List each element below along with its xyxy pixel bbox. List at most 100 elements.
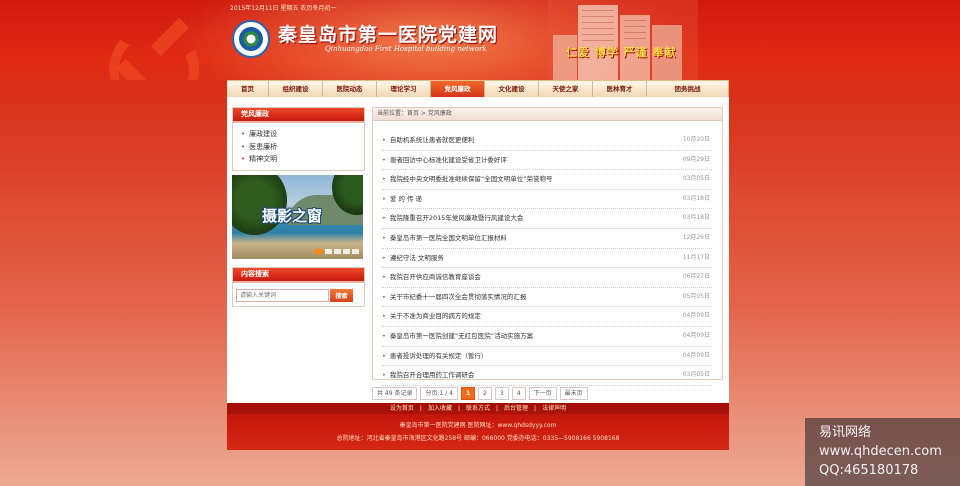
- article-item[interactable]: 患者回访中心标准化建设受省卫计委好评 09月29日: [382, 151, 712, 171]
- article-title[interactable]: 爱 的 传 递: [390, 195, 422, 203]
- article-date: 04月09日: [682, 351, 710, 359]
- article-title[interactable]: 遵纪守法 文明服务: [390, 254, 444, 262]
- search-title: 内容搜索: [233, 268, 364, 283]
- article-item[interactable]: 我院召开供应商诚信教育座谈会 06月27日: [382, 268, 712, 288]
- sidebar-category-box: 党风廉政 廉政建设医患廉桥精神文明: [232, 107, 365, 171]
- sidebar-item[interactable]: 廉政建设: [241, 128, 364, 141]
- watermark-company: 易讯网络: [819, 425, 872, 440]
- slide-dot[interactable]: [343, 249, 350, 254]
- pager-page-3[interactable]: 3: [494, 387, 509, 400]
- article-item[interactable]: 秦皇岛市第一医院创建“无红包医院”活动实施方案 04月09日: [382, 327, 712, 347]
- hospital-building-image: [548, 0, 698, 80]
- article-item[interactable]: 秦皇岛市第一医院全国文明单位汇报材料 12月26日: [382, 229, 712, 249]
- search-button[interactable]: 搜索: [330, 289, 353, 302]
- hospital-slogan: 仁爱 博学 严谨 奉献: [566, 46, 677, 59]
- article-item[interactable]: 关于市纪委十一届四次全会贯彻落实情况的汇报 05月05日: [382, 288, 712, 308]
- nav-item[interactable]: 医院动态: [323, 81, 377, 97]
- article-item[interactable]: 关于不准为商业目的病方的规定 04月09日: [382, 307, 712, 327]
- article-title[interactable]: 我院隆重召开2015年党风廉政暨行风建设大会: [390, 214, 524, 222]
- breadcrumb: 当前位置：首页 > 党风廉政: [373, 108, 722, 121]
- nav-item[interactable]: 理论学习: [377, 81, 431, 97]
- footer-separator: |: [496, 405, 499, 412]
- slide-indicators: [312, 248, 359, 256]
- article-panel: 当前位置：首页 > 党风廉政 自助机系统让患者就医更便利 10月20日患者回访中心…: [372, 107, 723, 386]
- pagination: 共 49 条记录 分页:1 / 4 1 2 3 4 下一页 最末页: [372, 387, 591, 400]
- sidebar-category-list: 廉政建设医患廉桥精神文明: [241, 128, 364, 166]
- article-list: 自助机系统让患者就医更便利 10月20日患者回访中心标准化建设受省卫计委好评 09月…: [373, 131, 722, 386]
- footer-separator: |: [534, 405, 537, 412]
- article-title[interactable]: 患者回访中心标准化建设受省卫计委好评: [390, 156, 507, 164]
- article-date: 03月18日: [682, 194, 710, 202]
- article-date: 03月18日: [682, 214, 710, 222]
- slide-dot[interactable]: [314, 249, 323, 254]
- article-date: 04月09日: [682, 331, 710, 339]
- article-item[interactable]: 我院经中央文明委批准继续保留“全国文明单位”荣誉称号 03月05日: [382, 170, 712, 190]
- pager-page-2[interactable]: 2: [478, 387, 492, 400]
- pager-last-button[interactable]: 最末页: [559, 387, 588, 400]
- article-date: 04月09日: [682, 312, 710, 320]
- pager-next-button[interactable]: 下一页: [528, 387, 557, 400]
- article-title[interactable]: 我院召开合理用药工作调研会: [390, 371, 475, 379]
- slide-dot[interactable]: [325, 249, 332, 254]
- article-date: 05月05日: [682, 292, 710, 300]
- article-title[interactable]: 患者投诉处理的有关规定（暂行）: [390, 352, 488, 360]
- article-item[interactable]: 遵纪守法 文明服务 11月17日: [382, 249, 712, 269]
- article-title[interactable]: 自助机系统让患者就医更便利: [390, 136, 475, 144]
- footer-link[interactable]: 后台管理: [504, 405, 528, 412]
- article-date: 12月26日: [682, 233, 710, 241]
- main-nav: 首页 组织建设 医院动态 理论学习 党风廉政 文化建设 天使之家 医林育才 团务挑战: [227, 80, 729, 98]
- nav-item[interactable]: 首页: [227, 81, 269, 97]
- nav-item[interactable]: 党风廉政: [431, 81, 485, 97]
- footer-address: 总院地址：河北省秦皇岛市海港区文化路258号 邮编：066000 党委办电话：0…: [336, 435, 620, 442]
- search-input[interactable]: [236, 289, 329, 302]
- pager-page-1[interactable]: 1: [460, 387, 476, 400]
- article-title[interactable]: 关于不准为商业目的病方的规定: [390, 312, 481, 320]
- photo-caption: 摄影之窗: [262, 207, 323, 225]
- article-date: 11月17日: [682, 253, 710, 261]
- photo-window-banner[interactable]: 摄影之窗: [232, 175, 363, 259]
- logo-emblem: [239, 27, 263, 51]
- nav-item[interactable]: 天使之家: [539, 81, 593, 97]
- watermark-url: www.qhdecen.com: [819, 444, 942, 459]
- article-title[interactable]: 我院召开供应商诚信教育座谈会: [390, 273, 481, 281]
- article-item[interactable]: 我院召开合理用药工作调研会 03月05日: [382, 366, 712, 386]
- footer-separator: |: [457, 405, 460, 412]
- slide-dot[interactable]: [334, 249, 341, 254]
- footer-link[interactable]: 联系方式: [466, 405, 490, 412]
- site-title: 秦皇岛市第一医院党建网: [278, 24, 499, 46]
- article-item[interactable]: 我院隆重召开2015年党风廉政暨行风建设大会 03月18日: [382, 209, 712, 229]
- pager-page-info: 分页:1 / 4: [420, 387, 458, 400]
- nav-item[interactable]: 团务挑战: [647, 81, 729, 97]
- footer-site-info: 秦皇岛市第一医院党建网 医院网址：www.qhdsdyyy.com: [399, 422, 557, 429]
- slide-dot[interactable]: [352, 249, 359, 254]
- content-area: 党风廉政 廉政建设医患廉桥精神文明 摄影之窗 内容搜索 搜索 当前位置：首页 >…: [227, 97, 729, 403]
- sidebar-item[interactable]: 医患廉桥: [241, 141, 364, 154]
- footer-link[interactable]: 设为首页: [390, 405, 414, 412]
- article-item[interactable]: 自助机系统让患者就医更便利 10月20日: [382, 131, 712, 151]
- nav-item[interactable]: 组织建设: [269, 81, 323, 97]
- footer-link[interactable]: 法律声明: [542, 405, 566, 412]
- article-title[interactable]: 秦皇岛市第一医院全国文明单位汇报材料: [390, 234, 507, 242]
- article-date: 03月05日: [682, 175, 710, 183]
- article-date: 10月20日: [682, 136, 710, 143]
- sidebar-item[interactable]: 精神文明: [241, 153, 364, 166]
- footer-links: 设为首页 | 加入收藏 | 联系方式 | 后台管理 | 法律声明: [227, 403, 729, 414]
- pager-page-4[interactable]: 4: [511, 387, 526, 400]
- nav-item[interactable]: 医林育才: [593, 81, 647, 97]
- sidebar-category-label: 党风廉政: [241, 110, 269, 118]
- site-subtitle: Qinhuangdao First Hospital building netw…: [325, 45, 487, 53]
- article-date: 06月27日: [682, 273, 710, 281]
- nav-item[interactable]: 文化建设: [485, 81, 539, 97]
- footer-link[interactable]: 加入收藏: [428, 405, 452, 412]
- footer-separator: |: [419, 405, 422, 412]
- hospital-logo: [232, 20, 270, 58]
- article-item[interactable]: 爱 的 传 递 03月18日: [382, 190, 712, 210]
- current-date: 2015年12月11日 星期五 农历冬月初一: [230, 5, 337, 12]
- article-item[interactable]: 患者投诉处理的有关规定（暂行） 04月09日: [382, 347, 712, 367]
- pager-total: 共 49 条记录: [372, 387, 418, 400]
- article-title[interactable]: 关于市纪委十一届四次全会贯彻落实情况的汇报: [390, 293, 527, 301]
- sidebar-category-title: 党风廉政: [233, 108, 364, 123]
- hammer-sickle-icon: [109, 17, 200, 80]
- article-title[interactable]: 我院经中央文明委批准继续保留“全国文明单位”荣誉称号: [390, 175, 553, 183]
- article-title[interactable]: 秦皇岛市第一医院创建“无红包医院”活动实施方案: [390, 332, 533, 340]
